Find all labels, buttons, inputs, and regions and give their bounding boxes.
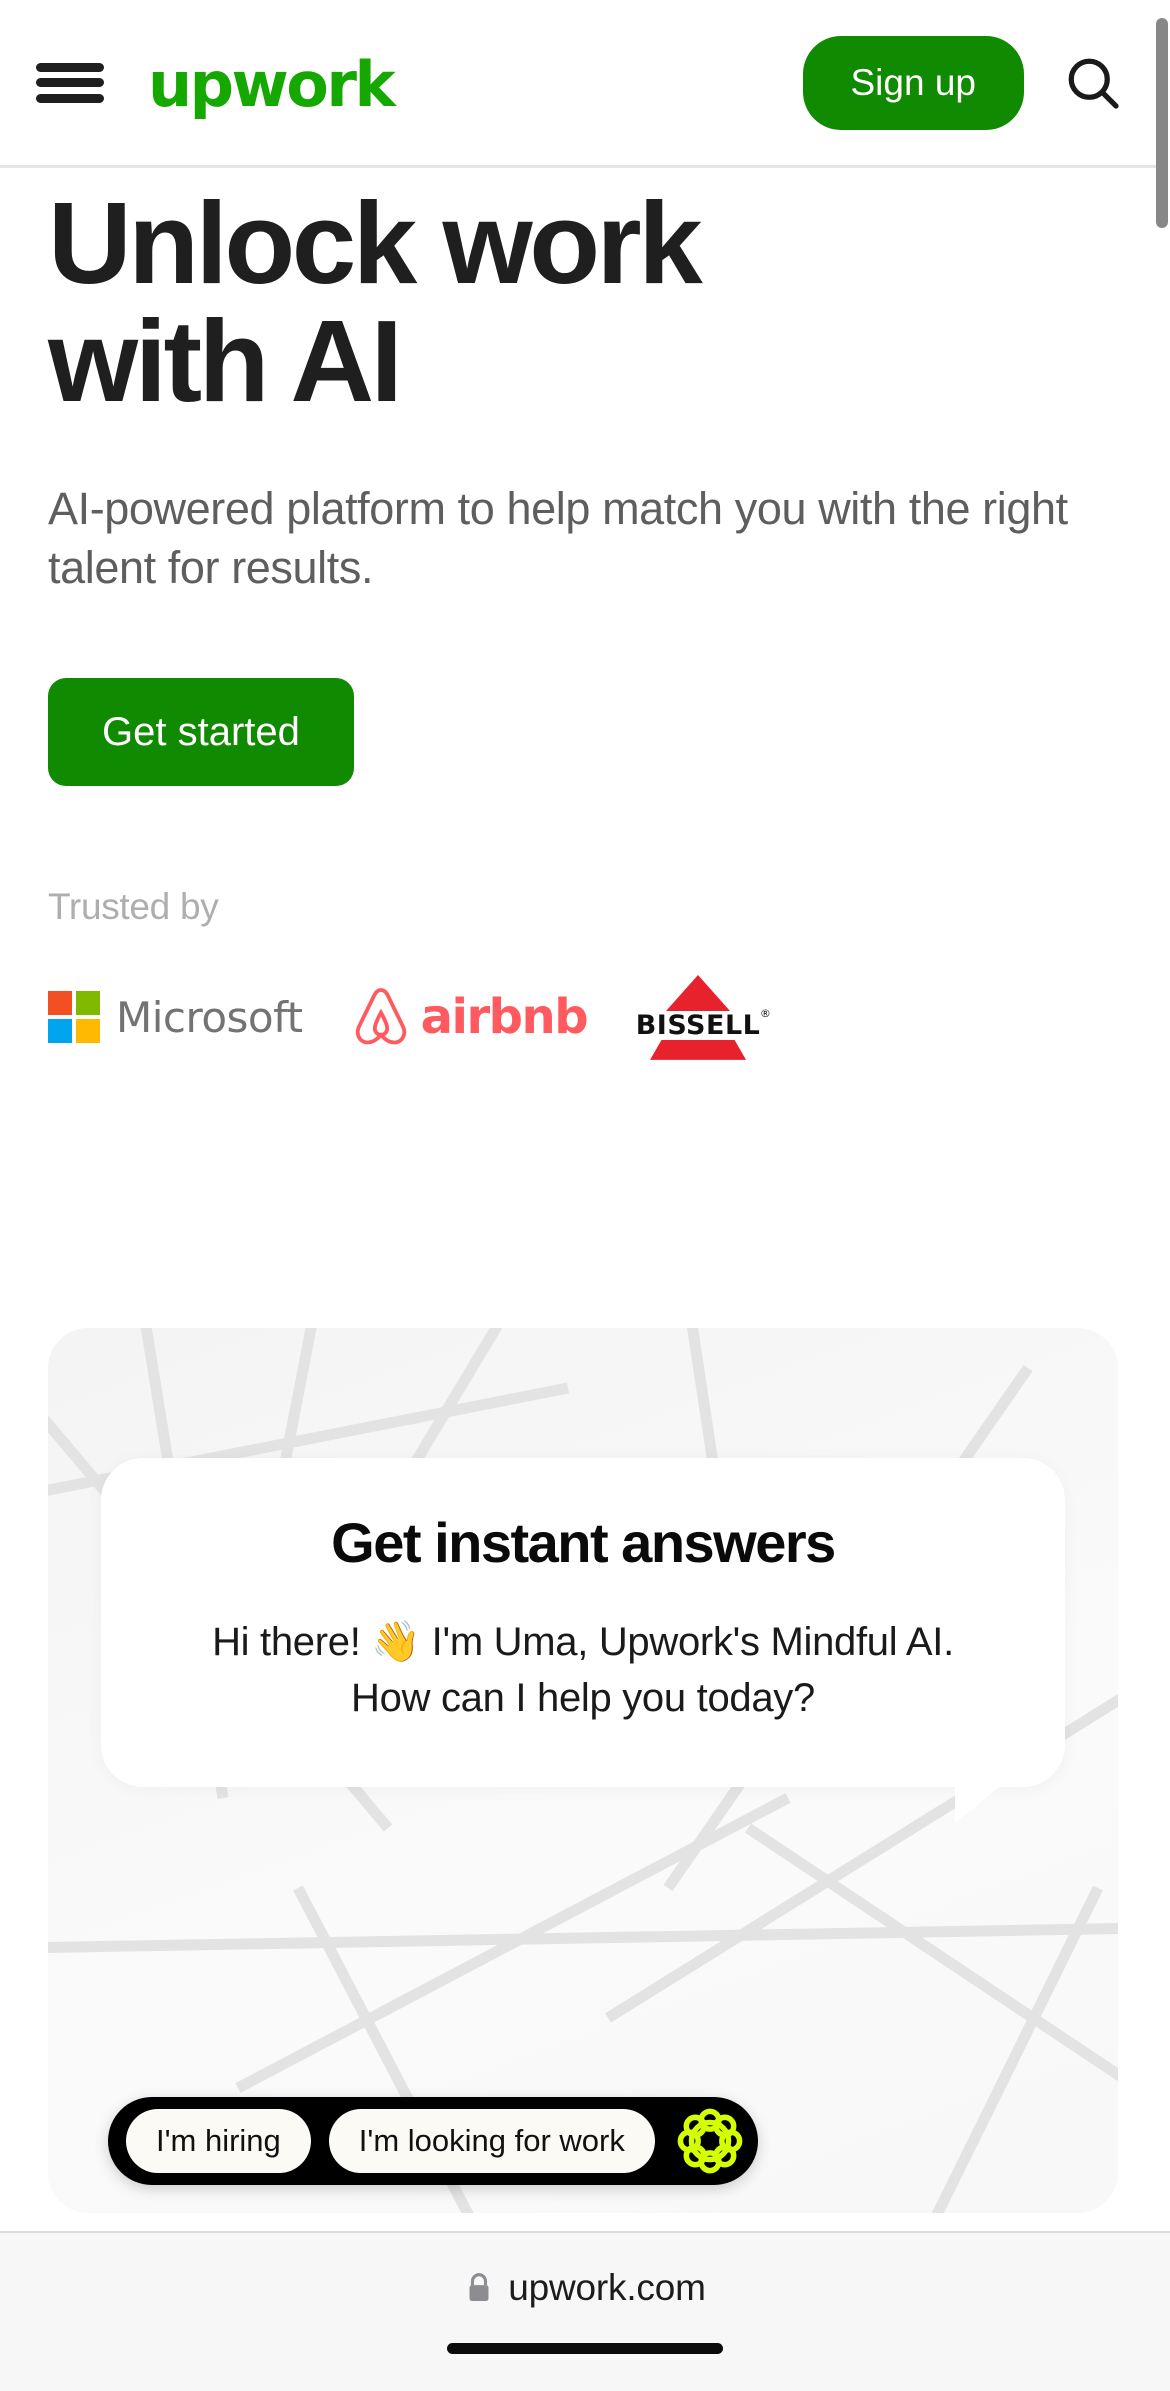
sign-up-button[interactable]: Sign up xyxy=(802,35,1024,130)
microsoft-logo: Microsoft xyxy=(48,991,303,1044)
trusted-by-label: Trusted by xyxy=(48,886,219,928)
chat-action-bar: I'm hiring I'm looking for work xyxy=(108,2097,758,2185)
microsoft-squares-icon xyxy=(48,991,100,1044)
chat-message-line-2: AI. xyxy=(905,1619,954,1664)
hamburger-bar xyxy=(36,93,104,103)
airbnb-logo: airbnb xyxy=(351,986,589,1048)
microsoft-wordmark: Microsoft xyxy=(116,992,303,1042)
chat-title: Get instant answers xyxy=(331,1511,836,1574)
home-indicator xyxy=(447,2343,723,2354)
get-started-button[interactable]: Get started xyxy=(48,678,354,787)
chat-message: Hi there! 👋 I'm Uma, Upwork's Mindful AI… xyxy=(151,1614,1015,1728)
chat-promo-panel: Get instant answers Hi there! 👋 I'm Uma,… xyxy=(48,1328,1118,2213)
lock-icon xyxy=(469,2273,489,2302)
hero-subtitle: AI-powered platform to help match you wi… xyxy=(48,482,1068,594)
bissell-wordmark-text: BISSELL xyxy=(635,1009,761,1041)
chat-message-line-1: Hi there! 👋 I'm Uma, Upwork's Mindful xyxy=(212,1619,898,1664)
hamburger-menu-icon[interactable] xyxy=(36,57,104,109)
page-title-line-1: Unlock work xyxy=(48,178,703,308)
bissell-logo: BISSELL ® xyxy=(635,974,771,1060)
airbnb-belo-icon xyxy=(355,988,406,1045)
microsoft-square-blue xyxy=(48,1019,72,1044)
registered-mark: ® xyxy=(759,1006,772,1020)
hamburger-bar xyxy=(36,78,104,87)
page-title-line-2: with AI xyxy=(48,296,403,427)
page-root: upwork Sign up Unlock work with AI AI-po… xyxy=(0,0,1170,2391)
microsoft-square-red xyxy=(48,991,72,1016)
bissell-triangle-icon xyxy=(666,974,731,1011)
airbnb-wordmark: airbnb xyxy=(420,989,589,1046)
chat-bubble: Get instant answers Hi there! 👋 I'm Uma,… xyxy=(101,1458,1065,1824)
address-bar[interactable]: upwork.com xyxy=(464,2267,706,2309)
uma-logo-icon[interactable] xyxy=(673,2103,747,2179)
chip-im-looking-for-work[interactable]: I'm looking for work xyxy=(328,2109,655,2173)
hero-section: Unlock work with AI AI-powered platform … xyxy=(0,168,1164,1062)
upwork-logo[interactable]: upwork xyxy=(148,53,396,116)
hamburger-bar xyxy=(36,62,104,72)
chip-im-hiring[interactable]: I'm hiring xyxy=(126,2109,311,2173)
site-header: upwork Sign up xyxy=(0,0,1164,168)
browser-bottom-bar: upwork.com xyxy=(0,2231,1170,2391)
url-text: upwork.com xyxy=(508,2267,706,2308)
search-icon[interactable] xyxy=(1062,52,1124,114)
chat-message-line-3: How can I help you today? xyxy=(351,1676,815,1721)
microsoft-square-green xyxy=(76,991,100,1016)
bissell-base-icon xyxy=(650,1039,747,1060)
microsoft-square-yellow xyxy=(76,1019,100,1044)
page-title: Unlock work with AI xyxy=(48,184,1116,421)
trusted-by-logos: Microsoft airbnb BISSELL ® xyxy=(48,972,1116,1062)
uma-knot-icon xyxy=(677,2108,743,2174)
bissell-wordmark: BISSELL ® xyxy=(635,1008,771,1041)
